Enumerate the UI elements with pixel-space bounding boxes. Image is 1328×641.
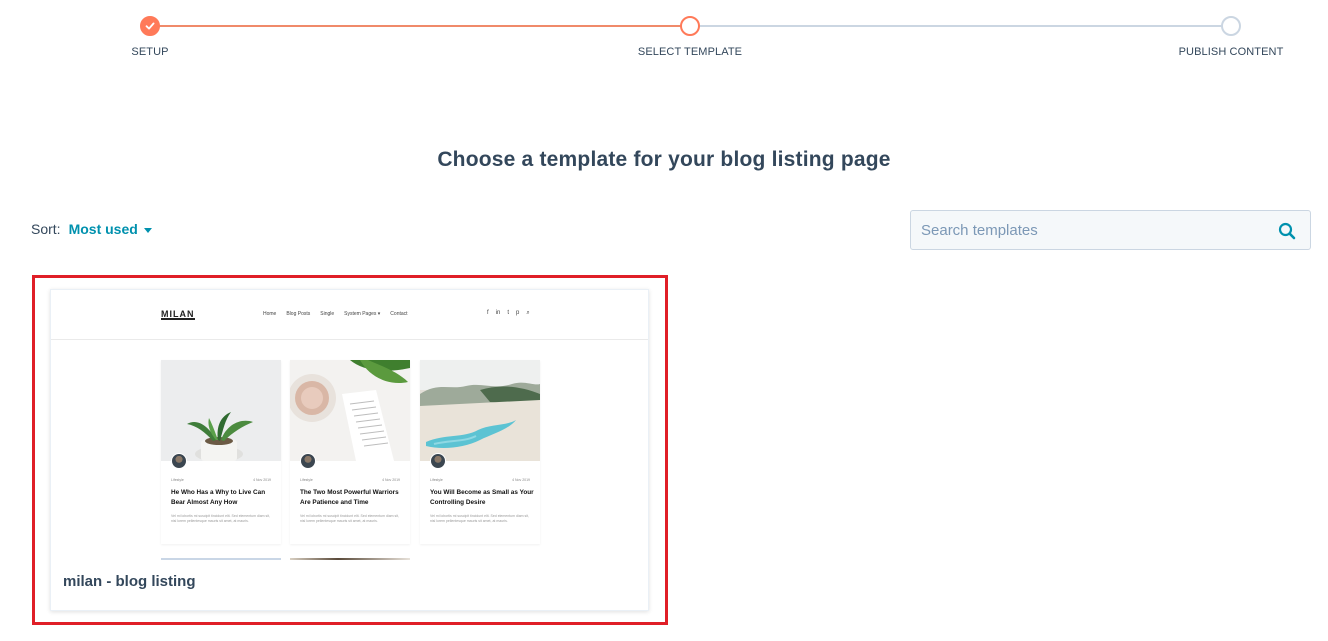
preview-menu-item: Blog Posts [286, 311, 311, 317]
preview-nav: MILAN Home Blog Posts Single System Page… [51, 290, 648, 340]
step-select-template-dot [680, 16, 700, 36]
post-image-landscape [420, 360, 540, 461]
post-date: 4 Nov 2019 [382, 478, 400, 482]
template-card-milan[interactable]: MILAN Home Blog Posts Single System Page… [50, 289, 649, 611]
step-setup-check-icon[interactable] [140, 16, 160, 36]
author-avatar [430, 453, 446, 469]
post-title: You Will Become as Small as Your Control… [430, 489, 534, 506]
preview-menu: Home Blog Posts Single System Pages ▾ Co… [263, 311, 408, 317]
template-preview: MILAN Home Blog Posts Single System Page… [51, 290, 648, 560]
sort-label: Sort: [31, 221, 61, 237]
preview-menu-item: Home [263, 311, 277, 317]
step-label-select-template: SELECT TEMPLATE [637, 46, 743, 58]
preview-post-card: Lifestyle 4 Nov 2019 The Two Most Powerf… [290, 360, 410, 544]
template-name[interactable]: milan - blog listing [63, 573, 196, 590]
preview-next-row-image [290, 558, 410, 560]
post-title: He Who Has a Why to Live Can Bear Almost… [171, 489, 266, 506]
author-avatar [300, 453, 316, 469]
post-meta: Lifestyle 4 Nov 2019 [430, 478, 530, 482]
post-category: Lifestyle [430, 478, 443, 482]
sort-control: Sort: Most used [31, 221, 152, 237]
pinterest-icon: p [516, 310, 520, 316]
progress-stepper: SETUP SELECT TEMPLATE PUBLISH CONTENT [0, 0, 1328, 70]
preview-post-card: Lifestyle 4 Nov 2019 He Who Has a Why to… [161, 360, 281, 544]
search-input[interactable] [921, 211, 1261, 249]
step-publish-content-dot [1221, 16, 1241, 36]
facebook-icon: f [487, 310, 489, 316]
twitter-icon: t [507, 310, 510, 316]
preview-logo: MILAN [161, 309, 195, 320]
post-image-plant [161, 360, 281, 461]
preview-next-row-image [161, 558, 281, 560]
search-icon[interactable] [1278, 222, 1296, 245]
sort-dropdown[interactable]: Most used [69, 221, 138, 237]
post-excerpt: Vel mi lobortis mi suscipit tincidunt el… [171, 514, 271, 523]
post-title: The Two Most Powerful Warriors Are Patie… [300, 489, 399, 506]
search-icon: ⌕ [526, 310, 530, 316]
preview-menu-item: Contact [390, 311, 408, 317]
step-label-publish-content: PUBLISH CONTENT [1178, 46, 1284, 58]
author-avatar [171, 453, 187, 469]
preview-menu-item: System Pages ▾ [344, 311, 381, 317]
step-label-setup[interactable]: SETUP [131, 46, 168, 58]
preview-menu-item: Single [320, 311, 335, 317]
search-box [910, 210, 1311, 250]
post-meta: Lifestyle 4 Nov 2019 [300, 478, 400, 482]
post-category: Lifestyle [171, 478, 184, 482]
post-image-book [290, 360, 410, 461]
post-date: 4 Nov 2019 [512, 478, 530, 482]
post-date: 4 Nov 2019 [253, 478, 271, 482]
preview-social-icons: f in t p ⌕ [487, 310, 530, 317]
stepper-track-complete [150, 25, 690, 27]
stepper-track-remaining [690, 25, 1231, 27]
post-excerpt: Vel mi lobortis mi suscipit tincidunt el… [300, 514, 400, 523]
page-title: Choose a template for your blog listing … [437, 148, 891, 171]
caret-down-icon[interactable] [143, 227, 152, 233]
post-meta: Lifestyle 4 Nov 2019 [171, 478, 271, 482]
linkedin-icon: in [495, 310, 501, 316]
preview-post-card: Lifestyle 4 Nov 2019 You Will Become as … [420, 360, 540, 544]
post-excerpt: Vel mi lobortis mi suscipit tincidunt el… [430, 514, 530, 523]
post-category: Lifestyle [300, 478, 313, 482]
